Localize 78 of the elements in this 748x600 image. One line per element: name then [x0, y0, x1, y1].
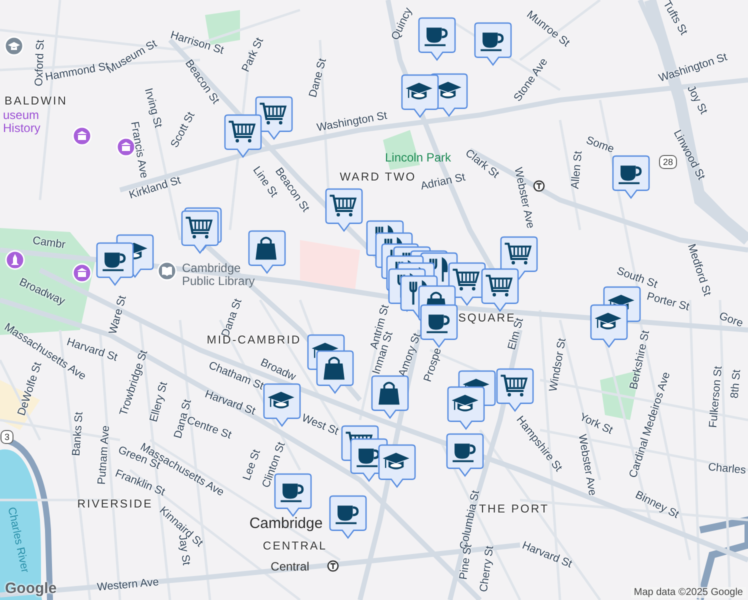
museum-icon: [72, 126, 92, 146]
neighborhood-label: BALDWIN: [4, 96, 68, 108]
cup-icon: [280, 484, 304, 502]
street-label: Park St: [240, 36, 266, 74]
cup-icon: [424, 28, 448, 46]
cup-icon: [356, 448, 380, 468]
transit-icon: [533, 180, 545, 192]
cup-icon: [452, 444, 476, 462]
street-label: Some: [584, 134, 616, 156]
street-label: Porter St: [645, 290, 691, 314]
street-label: Joy St: [684, 84, 710, 116]
cup-icon: [618, 166, 642, 184]
street-label: Webster Ave: [512, 166, 536, 230]
transit-icon: [327, 560, 339, 572]
street-label: Berkshire St: [628, 329, 652, 391]
street-label: Fulkerson St: [707, 366, 725, 428]
street-label: South St: [615, 265, 659, 291]
street-label: Oxford St: [33, 40, 47, 86]
street-label: Prospe: [422, 346, 444, 384]
street-label: Webster Ave: [576, 433, 598, 497]
street-label: Cambr: [32, 234, 66, 252]
google-logo: Google: [5, 580, 57, 597]
neighborhood-label: RIVERSIDE: [77, 498, 153, 512]
street-label: Ellery St: [148, 380, 170, 424]
cup-icon: [480, 32, 504, 52]
shopping-cart-icon: [504, 242, 532, 264]
street-label: Washington St: [316, 110, 388, 134]
shopping-cart-icon: [228, 120, 256, 142]
street-label: Charles: [708, 461, 746, 477]
graduation-cap-icon: [268, 392, 294, 408]
shopping-cart-icon: [486, 274, 513, 296]
graduation-cap-icon: [382, 452, 410, 470]
street-label: Ware St: [107, 294, 129, 336]
neighborhood-label: CENTRAL: [262, 540, 328, 554]
book-icon: [157, 261, 177, 281]
graduation-cap-icon: [452, 394, 478, 412]
shopping-bag-icon: [256, 236, 276, 260]
cup-icon: [336, 506, 359, 524]
neighborhood-label: WARD TWO: [340, 172, 416, 184]
route-shield: 28: [659, 155, 677, 169]
place-label: Cambridge Public Library: [182, 262, 256, 288]
street-label: Gore: [717, 310, 745, 330]
street-label: Amory St: [396, 332, 424, 378]
cup-icon: [426, 314, 450, 334]
monument-icon: [5, 250, 25, 270]
shopping-cart-icon: [330, 194, 357, 216]
station-label: Central: [270, 560, 310, 574]
museum-icon: [72, 263, 92, 283]
fork-knife-icon: [429, 258, 448, 283]
shopping-cart-icon: [500, 374, 528, 396]
street-label: Western Ave: [96, 576, 160, 594]
street-label: Allen St: [569, 150, 585, 190]
street-label: Dane St: [307, 57, 329, 99]
park-label: Lincoln Park: [384, 151, 452, 165]
place-label: useum History: [3, 108, 42, 136]
shopping-cart-icon: [260, 102, 287, 124]
neighborhood-label: THE PORT: [479, 504, 549, 516]
street-label: Adrian St: [420, 171, 466, 193]
graduation-cap-icon: [594, 312, 622, 330]
river-label: Charles River: [5, 506, 31, 574]
street-label: 8th St: [728, 369, 744, 399]
neighborhood-label: MID-CAMBRID: [206, 334, 302, 348]
street-label: Banks St: [70, 412, 86, 456]
street-label: Hammond St: [44, 60, 110, 84]
graduation-cap-icon: [406, 82, 432, 100]
shopping-cart-icon: [186, 216, 213, 238]
hospital-area: [300, 240, 360, 290]
street-label: Cherry St: [478, 545, 496, 593]
shopping-bag-icon: [324, 356, 344, 380]
shopping-bag-icon: [378, 382, 400, 405]
street-label: Putnam Ave: [96, 425, 112, 485]
shopping-cart-icon: [452, 268, 480, 290]
street-label: West St: [300, 412, 340, 438]
street-label: Scott St: [168, 110, 198, 150]
place-label: Cambridge: [249, 516, 323, 532]
street-label: Windsor St: [547, 337, 569, 393]
cap-icon: [4, 36, 24, 56]
cup-icon: [102, 252, 126, 272]
